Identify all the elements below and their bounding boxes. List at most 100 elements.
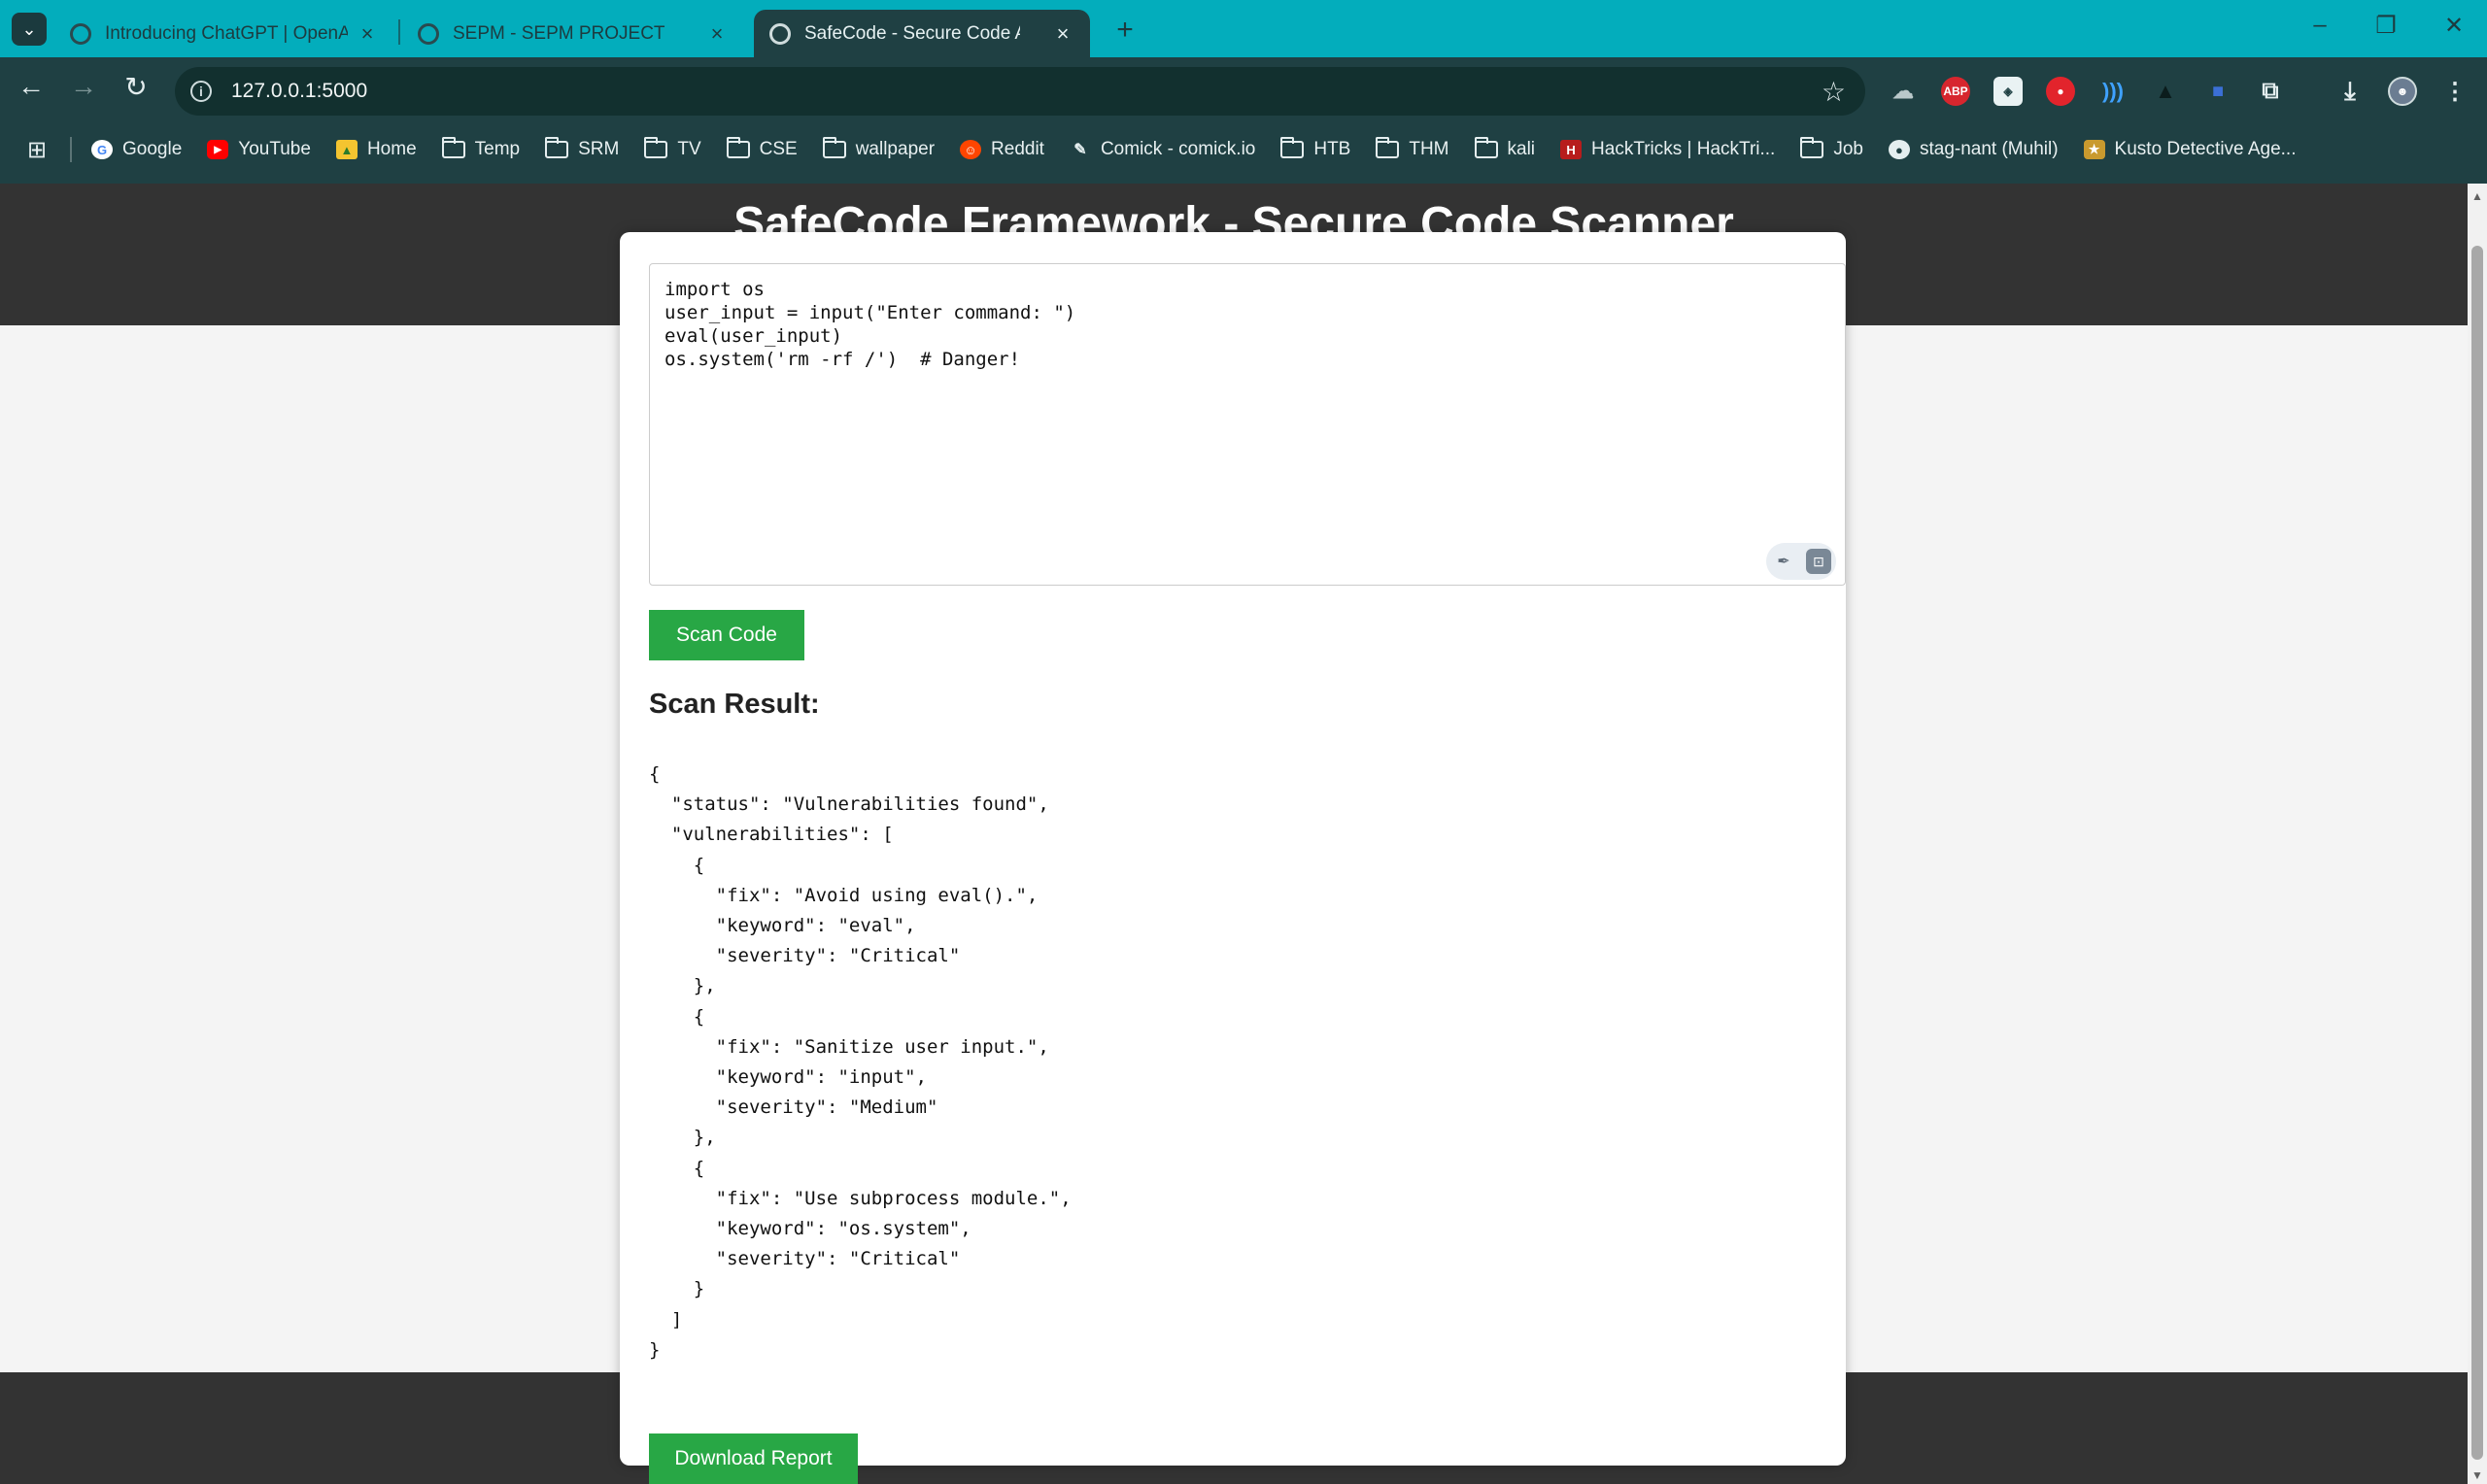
arrow-left-icon: ← [17,71,45,101]
bookmark-folder-thm[interactable]: THM [1376,137,1449,160]
bookmark-folder-job[interactable]: Job [1800,137,1863,160]
address-bar[interactable]: i 127.0.0.1:5000 ☆ [175,67,1865,116]
close-icon: ✕ [2443,13,2465,39]
bookmark-label: HTB [1313,139,1351,159]
dark-extension-icon[interactable]: ▲ [2151,77,2180,106]
bookmarks-bar: ⊞ G Google ▶ YouTube ▲ Home Temp SRM TV CSE… [0,127,2487,172]
folder-icon [726,137,750,158]
url-text[interactable]: 127.0.0.1:5000 [231,80,367,103]
bookmark-label: TV [677,139,701,159]
bookmark-label: stag-nant (Muhil) [1919,139,2059,159]
bookmark-label: CSE [759,139,798,159]
minimize-icon: – [2313,12,2327,38]
restore-button[interactable]: ❐ [2367,12,2405,40]
new-tab-button[interactable]: + [1107,14,1142,47]
bookmark-label: wallpaper [855,139,936,159]
folder-icon [1376,137,1400,158]
bookmark-home[interactable]: ▲ Home [335,139,417,160]
folder-icon [441,137,465,158]
scroll-up-icon[interactable]: ▲ [2471,189,2483,203]
reload-icon: ↻ [124,72,148,102]
browser-toolbar: ← → ↻ i 127.0.0.1:5000 ☆ ☁ ABP ◈ ● ))) ▲… [0,57,2487,184]
download-report-button[interactable]: Download Report [649,1433,858,1484]
extension-cloud-icon[interactable]: ☁ [1889,77,1918,106]
scan-code-button[interactable]: Scan Code [649,610,804,660]
bookmark-google[interactable]: G Google [91,139,182,160]
bookmark-folder-cse[interactable]: CSE [726,137,798,160]
download-icon[interactable]: ⤓ [2335,76,2365,106]
tab-title: SafeCode - Secure Code Analysis [804,22,1020,44]
puzzle-icon[interactable]: ⧉ [2256,77,2285,106]
camera-extension-icon[interactable]: ■ [2203,77,2232,106]
shield-extension-icon[interactable]: ◈ [1993,77,2023,106]
wave-extension-icon[interactable]: ))) [2098,77,2128,106]
tab-title: SEPM - SEPM PROJECT [453,22,665,44]
close-window-button[interactable]: ✕ [2435,12,2473,40]
bookmark-label: Reddit [991,139,1044,159]
close-icon[interactable]: × [356,21,379,47]
close-icon[interactable]: × [705,21,729,47]
youtube-icon: ▶ [207,140,229,159]
assistant-icon[interactable]: ⊡ [1806,549,1831,574]
kusto-icon: ★ [2083,140,2105,159]
bookmark-folder-wallpaper[interactable]: wallpaper [822,137,936,160]
bookmarks-divider [70,137,72,162]
bookmark-folder-temp[interactable]: Temp [441,137,521,160]
bookmark-label: Temp [474,139,521,159]
tab-safecode[interactable]: SafeCode - Secure Code Analysis × [754,10,1090,57]
pen-icon[interactable]: ✒ [1771,549,1796,574]
bookmark-folder-htb[interactable]: HTB [1280,137,1351,160]
info-icon[interactable]: i [190,81,212,102]
bookmark-folder-kali[interactable]: kali [1474,137,1535,160]
red-extension-icon[interactable]: ● [2046,77,2075,106]
bookmark-reddit[interactable]: ☺ Reddit [960,139,1044,160]
adblock-plus-icon[interactable]: ABP [1941,77,1970,106]
textarea-extension-tools: ✒ ⊡ [1766,543,1836,580]
tab-search-button[interactable]: ⌄ [12,13,47,46]
bookmark-label: YouTube [238,139,311,159]
page-scrollbar[interactable]: ▲ ▼ [2468,184,2487,1484]
plus-icon: + [1116,14,1134,46]
scrollbar-thumb[interactable] [2471,246,2483,1460]
close-icon[interactable]: × [1051,21,1074,47]
bookmark-hacktricks[interactable]: H HackTricks | HackTri... [1560,139,1775,160]
folder-icon [644,137,668,158]
reload-button[interactable]: ↻ [117,71,155,103]
chevron-down-icon: ⌄ [21,18,37,39]
github-icon: ● [1888,140,1910,159]
bookmark-label: Google [122,139,183,159]
page-viewport: SafeCode Framework - Secure Code Scanner… [0,184,2468,1484]
arrow-right-icon: → [70,71,97,101]
reddit-icon: ☺ [960,140,982,159]
google-icon: G [91,140,113,159]
bookmark-star-icon[interactable]: ☆ [1822,76,1846,108]
bookmark-label: Kusto Detective Age... [2114,139,2297,159]
bookmark-label: Home [366,139,417,159]
folder-icon [545,137,569,158]
profile-avatar-icon[interactable]: ☻ [2388,77,2417,106]
forward-button[interactable]: → [64,71,103,102]
menu-kebab-icon[interactable]: ⋮ [2440,77,2470,106]
bookmark-github[interactable]: ● stag-nant (Muhil) [1888,139,2059,160]
tab-chatgpt[interactable]: Introducing ChatGPT | OpenAI × [54,10,394,57]
tab-sepm[interactable]: SEPM - SEPM PROJECT × [402,10,744,57]
scroll-down-icon[interactable]: ▼ [2471,1468,2483,1482]
bookmark-folder-srm[interactable]: SRM [545,137,619,160]
code-input[interactable]: import os user_input = input("Enter comm… [649,263,1846,586]
bookmark-label: HackTricks | HackTri... [1591,139,1776,159]
bookmark-folder-tv[interactable]: TV [644,137,701,160]
bookmark-youtube[interactable]: ▶ YouTube [207,139,311,160]
tab-title: Introducing ChatGPT | OpenAI [105,22,348,44]
adblock-label: ABP [1943,84,1968,98]
comick-icon: ✎ [1073,142,1087,158]
bookmark-kusto[interactable]: ★ Kusto Detective Age... [2083,139,2297,160]
openai-icon [70,22,91,45]
bookmark-comick[interactable]: ✎ Comick - comick.io [1070,139,1255,160]
tab-separator [398,19,400,45]
back-button[interactable]: ← [12,71,51,102]
folder-icon [1474,137,1498,158]
folder-icon [822,137,846,158]
apps-grid-icon[interactable]: ⊞ [23,136,51,164]
folder-icon [1280,137,1305,158]
minimize-button[interactable]: – [2300,12,2339,39]
